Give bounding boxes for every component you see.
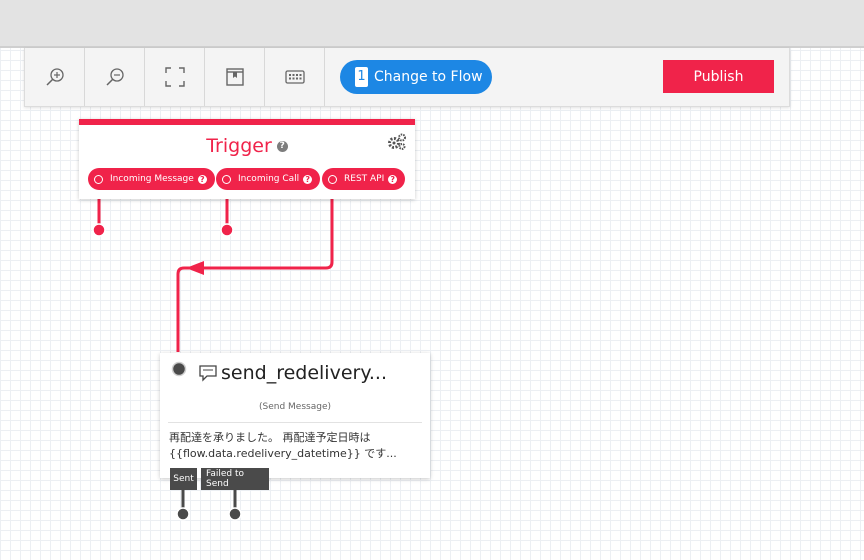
incoming-call-label: Incoming Call	[238, 174, 300, 184]
incoming-call-pill[interactable]: Incoming Call ?	[216, 168, 321, 190]
message-line-1: 再配達を承りました。 再配達予定日時は	[169, 431, 371, 444]
message-line-2: {{flow.data.redelivery_datetime}} です...	[169, 447, 397, 460]
sent-output-tag[interactable]: Sent	[170, 468, 197, 490]
rest-api-label: REST API	[344, 174, 385, 184]
incoming-message-help-icon[interactable]: ?	[197, 174, 207, 184]
incoming-call-radio-icon	[222, 174, 231, 184]
incoming-message-radio-icon	[94, 174, 103, 184]
trigger-title-row: Trigger?	[79, 135, 415, 157]
trigger-node[interactable]: Trigger? Incoming Message ? Incoming Cal…	[79, 119, 415, 199]
flow-connections	[92, 188, 334, 521]
port-incoming-message	[92, 223, 106, 237]
trigger-help-icon[interactable]: ?	[276, 141, 288, 152]
rest-api-radio-icon	[328, 174, 337, 184]
port-sent	[176, 507, 190, 521]
failed-to-send-output-tag[interactable]: Failed to Send	[201, 468, 269, 490]
port-failed-to-send	[228, 507, 242, 521]
input-port-icon[interactable]	[171, 361, 187, 377]
rest-api-help-icon[interactable]: ?	[388, 174, 398, 184]
send-node-subtitle: (Send Message)	[259, 402, 331, 412]
send-node-title: send_redelivery...	[221, 362, 387, 384]
gear-icon[interactable]	[387, 133, 407, 151]
port-incoming-call	[220, 223, 234, 237]
wire-arrow-head	[186, 261, 204, 275]
chat-bubble-icon	[199, 365, 217, 382]
rest-api-pill[interactable]: REST API ?	[322, 168, 406, 190]
send-node-title-row: send_redelivery...	[198, 362, 387, 384]
incoming-call-help-icon[interactable]: ?	[303, 174, 313, 184]
incoming-message-label: Incoming Message	[110, 174, 194, 184]
incoming-message-pill[interactable]: Incoming Message ?	[88, 168, 215, 190]
send-node-message-preview: 再配達を承りました。 再配達予定日時は {{flow.data.redelive…	[169, 430, 423, 462]
trigger-title: Trigger	[206, 135, 272, 157]
divider	[168, 422, 422, 423]
send-message-node[interactable]: send_redelivery... (Send Message) 再配達を承り…	[160, 353, 430, 478]
